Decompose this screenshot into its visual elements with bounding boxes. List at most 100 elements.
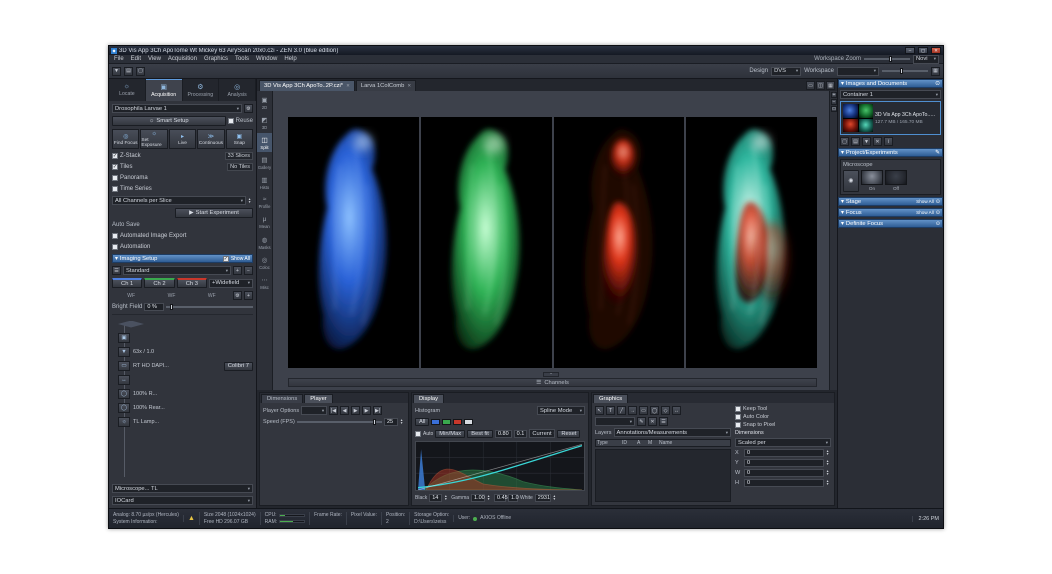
container-select[interactable]: Container 1 ▾ — [840, 90, 941, 99]
maximize-button[interactable]: ▢ — [918, 47, 928, 54]
player-last-button[interactable]: ▶| — [373, 406, 383, 415]
objective-label[interactable]: 63x / 1.0 — [133, 349, 154, 355]
warning-icon[interactable]: ▲ — [182, 515, 195, 522]
ocular-button[interactable]: ◉ — [843, 170, 859, 192]
view-tab-misc[interactable]: ⋯ Misc — [257, 273, 272, 292]
close-tab-icon[interactable]: ✕ — [407, 83, 411, 89]
menu-graphics[interactable]: Graphics — [203, 56, 229, 62]
close-tab-icon[interactable]: ✕ — [346, 83, 350, 89]
tl-lamp-label[interactable]: TL Lamp... — [133, 419, 159, 425]
reuse-checkbox[interactable] — [227, 118, 234, 124]
panorama-checkbox[interactable] — [112, 175, 118, 181]
h-stepper[interactable]: ▲ ▼ — [826, 479, 831, 486]
tab-locate[interactable]: ☼ Locate — [109, 79, 146, 101]
channel-view-composite[interactable] — [686, 117, 817, 368]
pin-icon[interactable]: ⊙ — [936, 199, 940, 205]
channel-mode-stepper[interactable]: ▲ ▼ — [248, 197, 253, 204]
gamma-preset-1[interactable]: 1.0 — [508, 494, 519, 502]
minmax-button[interactable]: Min/Max — [435, 429, 466, 438]
menu-tools[interactable]: Tools — [234, 56, 250, 62]
tab-display[interactable]: Display — [413, 394, 445, 403]
doc-open-icon[interactable]: ▤ — [851, 137, 860, 146]
channel-tab-1[interactable]: Ch 1 — [112, 278, 143, 288]
doc-delete-icon[interactable]: ✕ — [873, 137, 882, 146]
x-field[interactable]: 0 — [744, 449, 824, 457]
sideport-label[interactable]: 100% R... — [133, 391, 157, 397]
stage-show-all[interactable]: Show All — [916, 199, 934, 204]
delete-graphic-icon[interactable]: ✕ — [648, 417, 657, 426]
doc-info-icon[interactable]: i — [884, 137, 893, 146]
objective-icon[interactable]: ▼ — [118, 347, 130, 357]
ui-zoom-slider[interactable] — [882, 68, 928, 74]
speed-slider[interactable] — [296, 419, 382, 425]
view-tab-profile[interactable]: ≈ Profile — [257, 193, 272, 212]
snap-pixel-checkbox[interactable] — [735, 422, 741, 428]
edit-icon[interactable]: ✎ — [935, 150, 940, 156]
preset-icon[interactable]: ☰ — [112, 266, 121, 275]
stage-specimen-icon[interactable]: ↔ — [118, 375, 130, 385]
menu-acquisition[interactable]: Acquisition — [167, 56, 198, 62]
reset-button[interactable]: Reset — [557, 429, 581, 438]
channel-gear-icon[interactable]: ⚙ — [232, 291, 242, 300]
white-stepper[interactable]: ▲ ▼ — [553, 494, 558, 501]
images-documents-header[interactable]: ▾ Images and Documents ⊙ — [838, 79, 943, 88]
menu-window[interactable]: Window — [255, 56, 278, 62]
pin-icon[interactable]: ⊙ — [936, 221, 940, 227]
white-field[interactable]: 2931 — [534, 494, 551, 502]
time-series-checkbox[interactable] — [112, 186, 118, 192]
keep-tool-checkbox[interactable] — [735, 406, 741, 412]
live-button[interactable]: ▸ Live — [168, 129, 197, 149]
histogram-plot[interactable] — [415, 441, 585, 491]
imaging-setup-header[interactable]: ▾ Imaging Setup Show All — [112, 254, 253, 263]
menu-file[interactable]: File — [113, 56, 125, 62]
channel-view-red[interactable] — [553, 117, 685, 368]
brightfield-value[interactable]: 0 % — [144, 303, 165, 311]
view-tab-coloc[interactable]: ◎ Coloc — [257, 253, 272, 272]
camera-port-icon[interactable]: ▣ — [118, 333, 130, 343]
channel-tab-3[interactable]: Ch 3 — [176, 278, 207, 288]
tab-graphics[interactable]: Graphics — [593, 394, 629, 403]
document-tab-1[interactable]: 3D Vis App 3Ch ApoTo..2P.czi* ✕ — [259, 80, 355, 91]
gamma-preset-045[interactable]: 0.45 — [494, 494, 508, 502]
tab-dimensions[interactable]: Dimensions — [261, 394, 304, 403]
minimize-button[interactable]: – — [905, 47, 915, 54]
tab-player[interactable]: Player — [304, 394, 333, 403]
green-channel-chip[interactable] — [442, 419, 452, 425]
pin-icon[interactable]: ⊙ — [935, 81, 940, 87]
collapse-channels-button[interactable]: ⌃ — [543, 372, 559, 377]
select-tool-icon[interactable]: ↖ — [595, 406, 604, 415]
arrow-tool-icon[interactable]: → — [628, 406, 637, 415]
profile-select[interactable]: Novi ▾ — [913, 54, 939, 64]
workspace-zoom-slider[interactable] — [864, 56, 910, 62]
automation-checkbox[interactable] — [112, 244, 118, 250]
channel-tab-2[interactable]: Ch 2 — [144, 278, 175, 288]
player-play-button[interactable]: ▶ — [351, 406, 361, 415]
view-tab-split[interactable]: ◫ Split — [257, 133, 272, 152]
remove-preset-icon[interactable]: − — [244, 266, 253, 275]
view-tab-histo[interactable]: ▥ Histo — [257, 173, 272, 192]
bestfit-low-field[interactable]: 0.80 — [494, 429, 512, 438]
tab-analysis[interactable]: ◎ Analysis — [219, 79, 256, 101]
spline-mode-select[interactable]: Spline Mode ▾ — [537, 406, 585, 415]
bestfit-button[interactable]: Best fit — [467, 429, 493, 438]
player-first-button[interactable]: |◀ — [329, 406, 339, 415]
gamma-stepper[interactable]: ▲ ▼ — [487, 494, 492, 501]
snap-button[interactable]: ▣ Snap — [225, 129, 254, 149]
text-tool-icon[interactable]: T — [606, 406, 615, 415]
reflector-label[interactable]: RT HO DAPI... — [133, 363, 221, 369]
open-icon[interactable]: ▤ — [124, 66, 133, 76]
reflector-icon[interactable]: ▭ — [118, 361, 130, 371]
menu-help[interactable]: Help — [283, 56, 297, 62]
smart-setup-button[interactable]: ☼ Smart Setup — [112, 116, 226, 126]
layout-grid-icon[interactable]: ▦ — [826, 81, 835, 90]
start-experiment-button[interactable]: ▶ Start Experiment — [175, 208, 253, 218]
pin-icon[interactable]: ⊙ — [936, 210, 940, 216]
view-tab-masks[interactable]: ◍ Masks — [257, 233, 272, 252]
view-tab-gallery[interactable]: ▤ Gallery — [257, 153, 272, 172]
doc-new-icon[interactable]: ▢ — [840, 137, 849, 146]
tl-lamp-icon[interactable]: ☼ — [118, 417, 130, 427]
menu-view[interactable]: View — [147, 56, 162, 62]
channel-view-blue[interactable] — [288, 117, 419, 368]
tab-processing[interactable]: ⚙ Processing — [183, 79, 220, 101]
player-prev-button[interactable]: ◀ — [340, 406, 350, 415]
